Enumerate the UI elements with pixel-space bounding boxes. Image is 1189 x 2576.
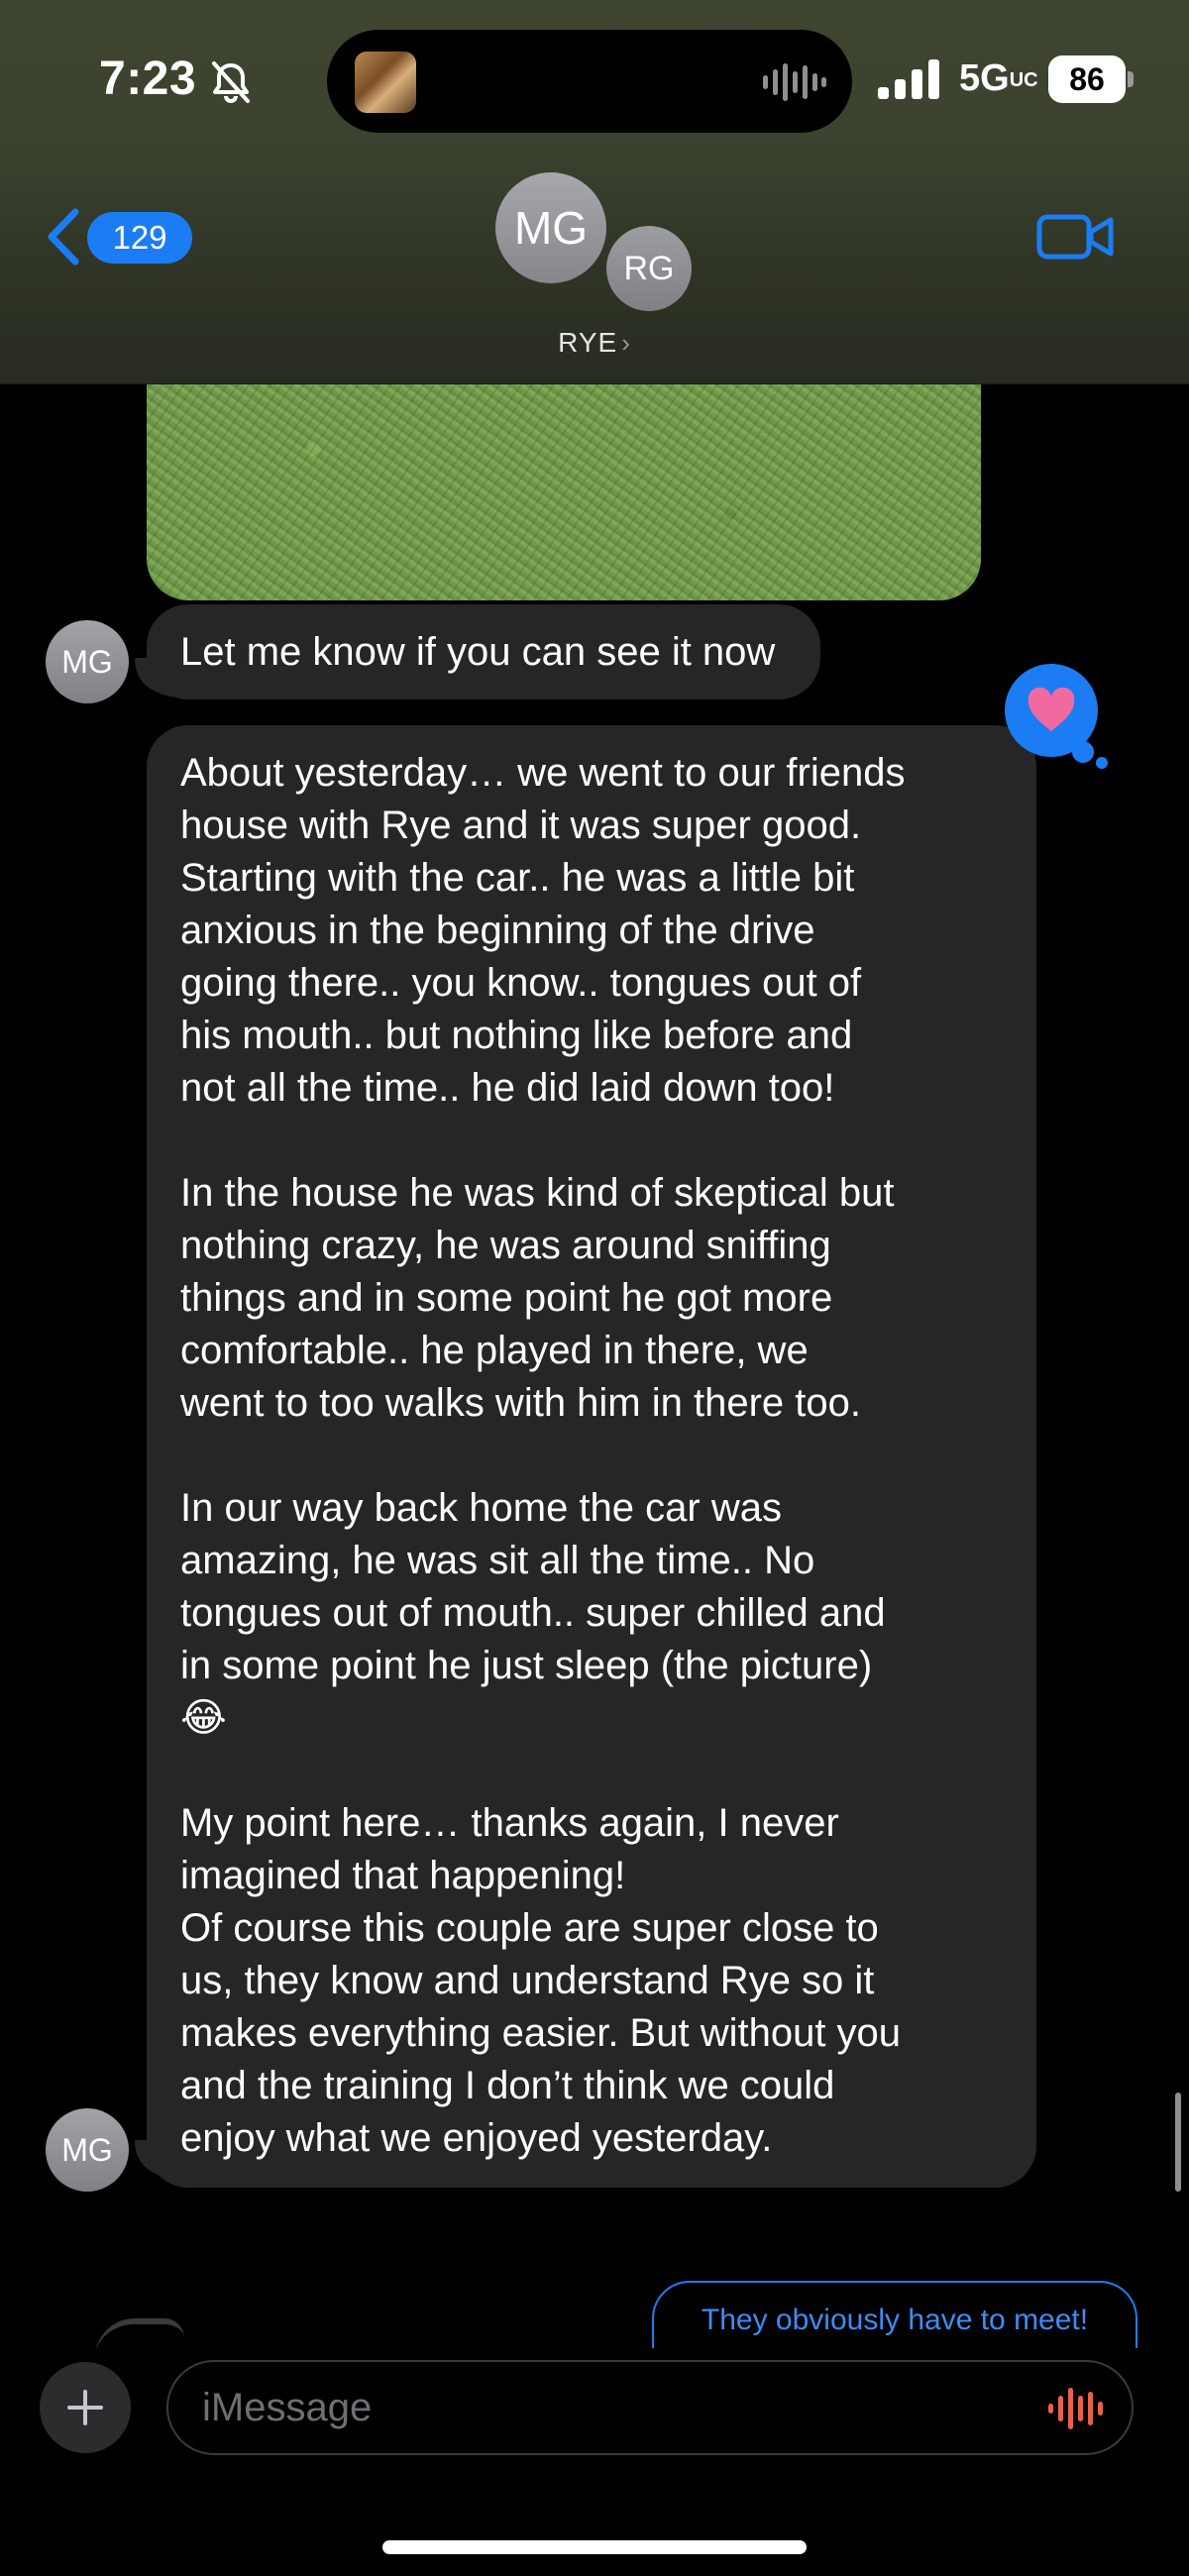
- heart-icon: [1027, 688, 1075, 731]
- incoming-message-bubble[interactable]: Let me know if you can see it now: [147, 604, 821, 699]
- grass-photo-message[interactable]: [147, 384, 981, 600]
- message-paragraph: About yesterday… we went to our friends …: [180, 751, 906, 1110]
- status-time: 7:23: [99, 53, 197, 105]
- add-attachment-button[interactable]: [40, 2362, 131, 2453]
- dynamic-island[interactable]: [327, 30, 852, 133]
- now-playing-thumbnail: [355, 52, 416, 113]
- avatar-rg[interactable]: RG: [606, 226, 692, 311]
- bell-slash-icon: [212, 61, 250, 103]
- home-indicator[interactable]: [382, 2540, 807, 2554]
- back-chevron-icon: [48, 208, 79, 266]
- sender-avatar[interactable]: MG: [46, 620, 129, 703]
- reaction-tail-dot: [1096, 757, 1108, 769]
- video-camera-icon[interactable]: [1036, 212, 1114, 262]
- cellular-signal-icon: [878, 59, 939, 99]
- battery-icon: 86: [1048, 55, 1134, 103]
- message-input[interactable]: [166, 2360, 1134, 2455]
- reaction-tail-dot: [1072, 741, 1094, 763]
- unread-count-badge: 129: [87, 212, 192, 264]
- message-paragraph: My point here… thanks again, I never ima…: [180, 1801, 902, 2160]
- plus-icon: [67, 2390, 103, 2425]
- sender-avatar[interactable]: MG: [46, 2108, 129, 2192]
- audio-waveform-icon[interactable]: [1046, 2384, 1106, 2433]
- message-paragraph: In our way back home the car was amazing…: [180, 1486, 886, 1740]
- outgoing-message-bubble[interactable]: They obviously have to meet!: [652, 2281, 1137, 2356]
- audio-waveform-icon: [763, 63, 826, 101]
- incoming-message-bubble[interactable]: About yesterday… we went to our friends …: [147, 725, 1036, 2188]
- battery-level: 86: [1048, 55, 1126, 103]
- avatar-mg[interactable]: MG: [495, 172, 606, 283]
- contact-chevron-icon: ›: [621, 328, 631, 358]
- back-button[interactable]: 129: [44, 204, 192, 268]
- conversation-header: 7:23 5GUC 86 129 MG RG RYE ›: [0, 0, 1189, 384]
- scroll-indicator[interactable]: [1175, 2093, 1181, 2192]
- message-paragraph: In the house he was kind of skeptical bu…: [180, 1171, 895, 1425]
- network-type: 5GUC: [959, 57, 1038, 99]
- network-suffix: UC: [1009, 68, 1038, 91]
- contact-name[interactable]: RYE ›: [0, 327, 1189, 359]
